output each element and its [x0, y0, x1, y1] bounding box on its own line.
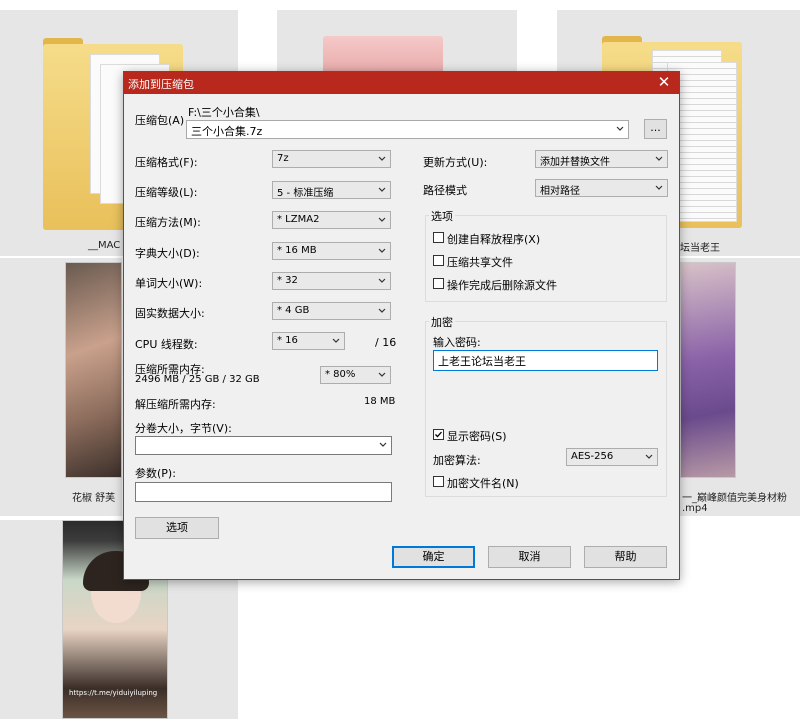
archive-name-value: 三个小合集.7z — [191, 125, 263, 138]
solid-value: * 4 GB — [277, 305, 310, 316]
checkbox-box — [433, 232, 444, 243]
video-name: 花椒 舒芙 — [72, 493, 116, 504]
sfx-label: 创建自释放程序(X) — [447, 233, 541, 246]
folder-name: 坛当老王 — [680, 243, 720, 254]
video-name: 一_巅峰颜值完美身材粉 — [682, 493, 787, 504]
dict-combo[interactable]: * 16 MB — [272, 242, 391, 260]
password-label: 输入密码: — [433, 336, 481, 349]
browse-button[interactable]: ... — [644, 119, 667, 139]
checkbox-box — [433, 255, 444, 266]
encrypt-names-label: 加密文件名(N) — [447, 477, 519, 490]
params-label: 参数(P): — [135, 467, 176, 480]
chevron-down-icon — [645, 454, 653, 459]
folder-name: __MAC — [88, 240, 121, 251]
archive-label: 压缩包(A) — [135, 114, 185, 127]
shared-files-checkbox[interactable]: 压缩共享文件 — [433, 254, 593, 269]
params-input[interactable] — [135, 482, 392, 502]
checkbox-box — [433, 476, 444, 487]
encryption-method-combo[interactable]: AES-256 — [566, 448, 658, 466]
method-combo[interactable]: * LZMA2 — [272, 211, 391, 229]
dialog-title: 添加到压缩包 — [128, 78, 194, 91]
mem-decompress-value: 18 MB — [364, 396, 396, 407]
format-label: 压缩格式(F): — [135, 156, 198, 169]
chevron-down-icon — [378, 248, 386, 253]
chevron-down-icon — [616, 126, 624, 131]
password-value: 上老王论坛当老王 — [438, 355, 526, 368]
mem-percent-value: * 80% — [325, 369, 356, 380]
chevron-down-icon — [655, 185, 663, 190]
folder-tile-2[interactable] — [277, 10, 517, 76]
format-value: 7z — [277, 153, 289, 164]
method-value: * LZMA2 — [277, 214, 320, 225]
video-thumbnail — [680, 262, 736, 478]
help-button[interactable]: 帮助 — [584, 546, 667, 568]
encryption-group-title: 加密 — [429, 314, 455, 330]
chevron-down-icon — [379, 442, 387, 447]
delete-source-label: 操作完成后删除源文件 — [447, 279, 557, 292]
archive-name-combo[interactable]: 三个小合集.7z — [186, 120, 629, 139]
cpu-value: * 16 — [277, 335, 298, 346]
video-extension: .mp4 — [682, 503, 708, 514]
show-password-label: 显示密码(S) — [447, 430, 507, 443]
encrypt-names-checkbox[interactable]: 加密文件名(N) — [433, 475, 563, 490]
options-button[interactable]: 选项 — [135, 517, 219, 539]
dict-label: 字典大小(D): — [135, 247, 200, 260]
mem-percent-combo[interactable]: * 80% — [320, 366, 391, 384]
path-mode-value: 相对路径 — [540, 186, 580, 197]
chevron-down-icon — [378, 372, 386, 377]
chevron-down-icon — [378, 187, 386, 192]
level-combo[interactable]: 5 - 标准压缩 — [272, 181, 391, 199]
path-mode-label: 路径模式 — [423, 184, 467, 197]
delete-source-checkbox[interactable]: 操作完成后删除源文件 — [433, 277, 593, 292]
title-bar[interactable]: 添加到压缩包 ✕ — [124, 72, 679, 94]
split-combo[interactable] — [135, 436, 392, 455]
video-thumbnail — [65, 262, 122, 478]
level-value: 5 - 标准压缩 — [277, 188, 334, 199]
chevron-down-icon — [378, 278, 386, 283]
update-label: 更新方式(U): — [423, 156, 488, 169]
solid-combo[interactable]: * 4 GB — [272, 302, 391, 320]
checkmark-icon — [435, 431, 442, 438]
show-password-checkbox[interactable]: 显示密码(S) — [433, 428, 563, 443]
options-group-title: 选项 — [429, 208, 455, 224]
cancel-button[interactable]: 取消 — [488, 546, 571, 568]
mem-compress-detail: 2496 MB / 25 GB / 32 GB — [135, 374, 260, 385]
encryption-method-label: 加密算法: — [433, 454, 481, 467]
split-label: 分卷大小，字节(V): — [135, 422, 232, 435]
update-combo[interactable]: 添加并替换文件 — [535, 150, 668, 168]
solid-label: 固实数据大小: — [135, 307, 205, 320]
format-combo[interactable]: 7z — [272, 150, 391, 168]
chevron-down-icon — [378, 217, 386, 222]
mem-decompress-label: 解压缩所需内存: — [135, 398, 216, 411]
word-combo[interactable]: * 32 — [272, 272, 391, 290]
path-mode-combo[interactable]: 相对路径 — [535, 179, 668, 197]
update-value: 添加并替换文件 — [540, 157, 610, 168]
checkbox-box — [433, 278, 444, 289]
ok-button[interactable]: 确定 — [392, 546, 475, 568]
archive-path: F:\三个小合集\ — [188, 106, 260, 119]
chevron-down-icon — [655, 156, 663, 161]
password-input[interactable]: 上老王论坛当老王 — [433, 350, 658, 371]
checkbox-box — [433, 429, 444, 440]
chevron-down-icon — [378, 156, 386, 161]
cpu-combo[interactable]: * 16 — [272, 332, 345, 350]
add-to-archive-dialog: 添加到压缩包 ✕ 压缩包(A) F:\三个小合集\ 三个小合集.7z ... 压… — [123, 71, 680, 580]
close-icon[interactable]: ✕ — [649, 72, 679, 94]
cpu-max: / 16 — [375, 336, 397, 349]
chevron-down-icon — [332, 338, 340, 343]
shared-files-label: 压缩共享文件 — [447, 256, 513, 269]
dict-value: * 16 MB — [277, 245, 317, 256]
sfx-checkbox[interactable]: 创建自释放程序(X) — [433, 231, 593, 246]
encryption-method-value: AES-256 — [571, 451, 614, 462]
chevron-down-icon — [378, 308, 386, 313]
thumbnail-watermark: https://t.me/yiduiyiluping — [69, 689, 158, 697]
level-label: 压缩等级(L): — [135, 186, 198, 199]
cpu-label: CPU 线程数: — [135, 338, 198, 351]
method-label: 压缩方法(M): — [135, 216, 201, 229]
word-value: * 32 — [277, 275, 298, 286]
word-label: 单词大小(W): — [135, 277, 203, 290]
